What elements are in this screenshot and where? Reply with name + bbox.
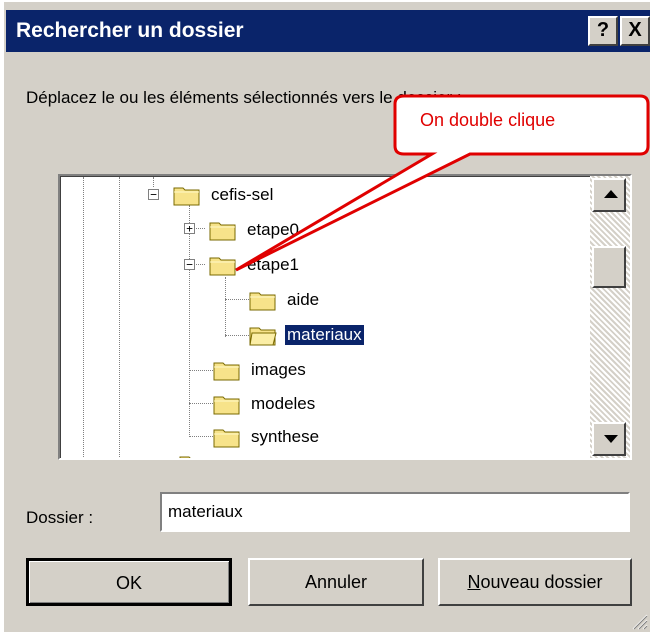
open-folder-icon: [209, 257, 236, 276]
tree-item-synthese[interactable]: synthese: [213, 424, 321, 450]
scroll-up-button[interactable]: [592, 178, 626, 212]
tree-item-label: etape1: [247, 255, 299, 274]
tree-item-label: materiaux: [284, 324, 365, 346]
title-bar[interactable]: Rechercher un dossier ? X: [6, 10, 650, 52]
scroll-thumb[interactable]: [592, 246, 626, 288]
tree-item-modeles[interactable]: modeles: [213, 391, 317, 417]
tree-item-materiaux[interactable]: materiaux: [249, 322, 365, 348]
tree-item-label: modeles: [251, 394, 316, 413]
tree-connector: [225, 299, 249, 300]
close-button[interactable]: X: [620, 16, 650, 46]
tree-connector: [225, 277, 226, 337]
new-folder-button[interactable]: Nouveau dossier: [438, 558, 632, 606]
tree-connector: [189, 436, 213, 437]
tree-item-images[interactable]: images: [213, 357, 308, 383]
tree-connector: [189, 403, 213, 404]
folder-icon: [249, 292, 276, 311]
resize-grip-icon[interactable]: [628, 610, 648, 630]
folder-field-label: Dossier :: [26, 508, 94, 527]
expand-toggle[interactable]: +: [184, 223, 195, 234]
vertical-scrollbar[interactable]: [590, 176, 630, 458]
collapse-toggle[interactable]: −: [148, 189, 159, 200]
tree-item-label: cefis-sel: [211, 185, 274, 204]
open-folder-icon: [249, 327, 277, 346]
callout-text: On double clique: [420, 110, 556, 130]
tree-item-label: aide: [287, 290, 320, 309]
tree-item-etape0[interactable]: etape0: [209, 217, 301, 243]
ok-button[interactable]: OK: [26, 558, 232, 606]
tree-connector: [83, 177, 84, 458]
scroll-down-button[interactable]: [592, 422, 626, 456]
folder-icon: [209, 222, 236, 241]
folder-icon: [213, 396, 240, 415]
tree-item-label: synthese: [251, 427, 320, 446]
arrow-up-icon: [604, 190, 618, 198]
window-title: Rechercher un dossier: [16, 19, 244, 42]
tree-connector: [225, 335, 249, 336]
new-folder-accesskey: N: [467, 572, 481, 592]
help-button[interactable]: ?: [588, 16, 618, 46]
folder-browse-dialog: Rechercher un dossier ? X Déplacez le ou…: [0, 0, 650, 632]
tree-item-aide[interactable]: aide: [249, 287, 321, 313]
instruction-text: Déplacez le ou les éléments sélectionnés…: [26, 88, 462, 107]
folder-icon: [213, 429, 240, 448]
arrow-down-icon: [604, 435, 618, 443]
new-folder-label: ouveau dossier: [480, 572, 603, 592]
cancel-button[interactable]: Annuler: [248, 558, 424, 606]
tree-item-label: etape0: [247, 220, 299, 239]
tree-item-label: images: [251, 360, 306, 379]
folder-tree[interactable]: − + − cefis-sel etape0 etape1 aide mater…: [58, 174, 632, 460]
tree-item-etape1[interactable]: etape1: [209, 252, 301, 278]
tree-connector: [153, 177, 154, 187]
folder-name-input[interactable]: [160, 492, 630, 532]
folder-icon: [173, 187, 200, 206]
tree-item-cefis-sel[interactable]: cefis-sel: [173, 182, 275, 208]
folder-icon: [213, 362, 240, 381]
collapse-toggle[interactable]: −: [184, 259, 195, 270]
tree-connector: [189, 370, 213, 371]
tree-connector: [119, 177, 120, 458]
folder-tree-content: − + − cefis-sel etape0 etape1 aide mater…: [60, 176, 591, 458]
folder-icon: [179, 456, 191, 458]
